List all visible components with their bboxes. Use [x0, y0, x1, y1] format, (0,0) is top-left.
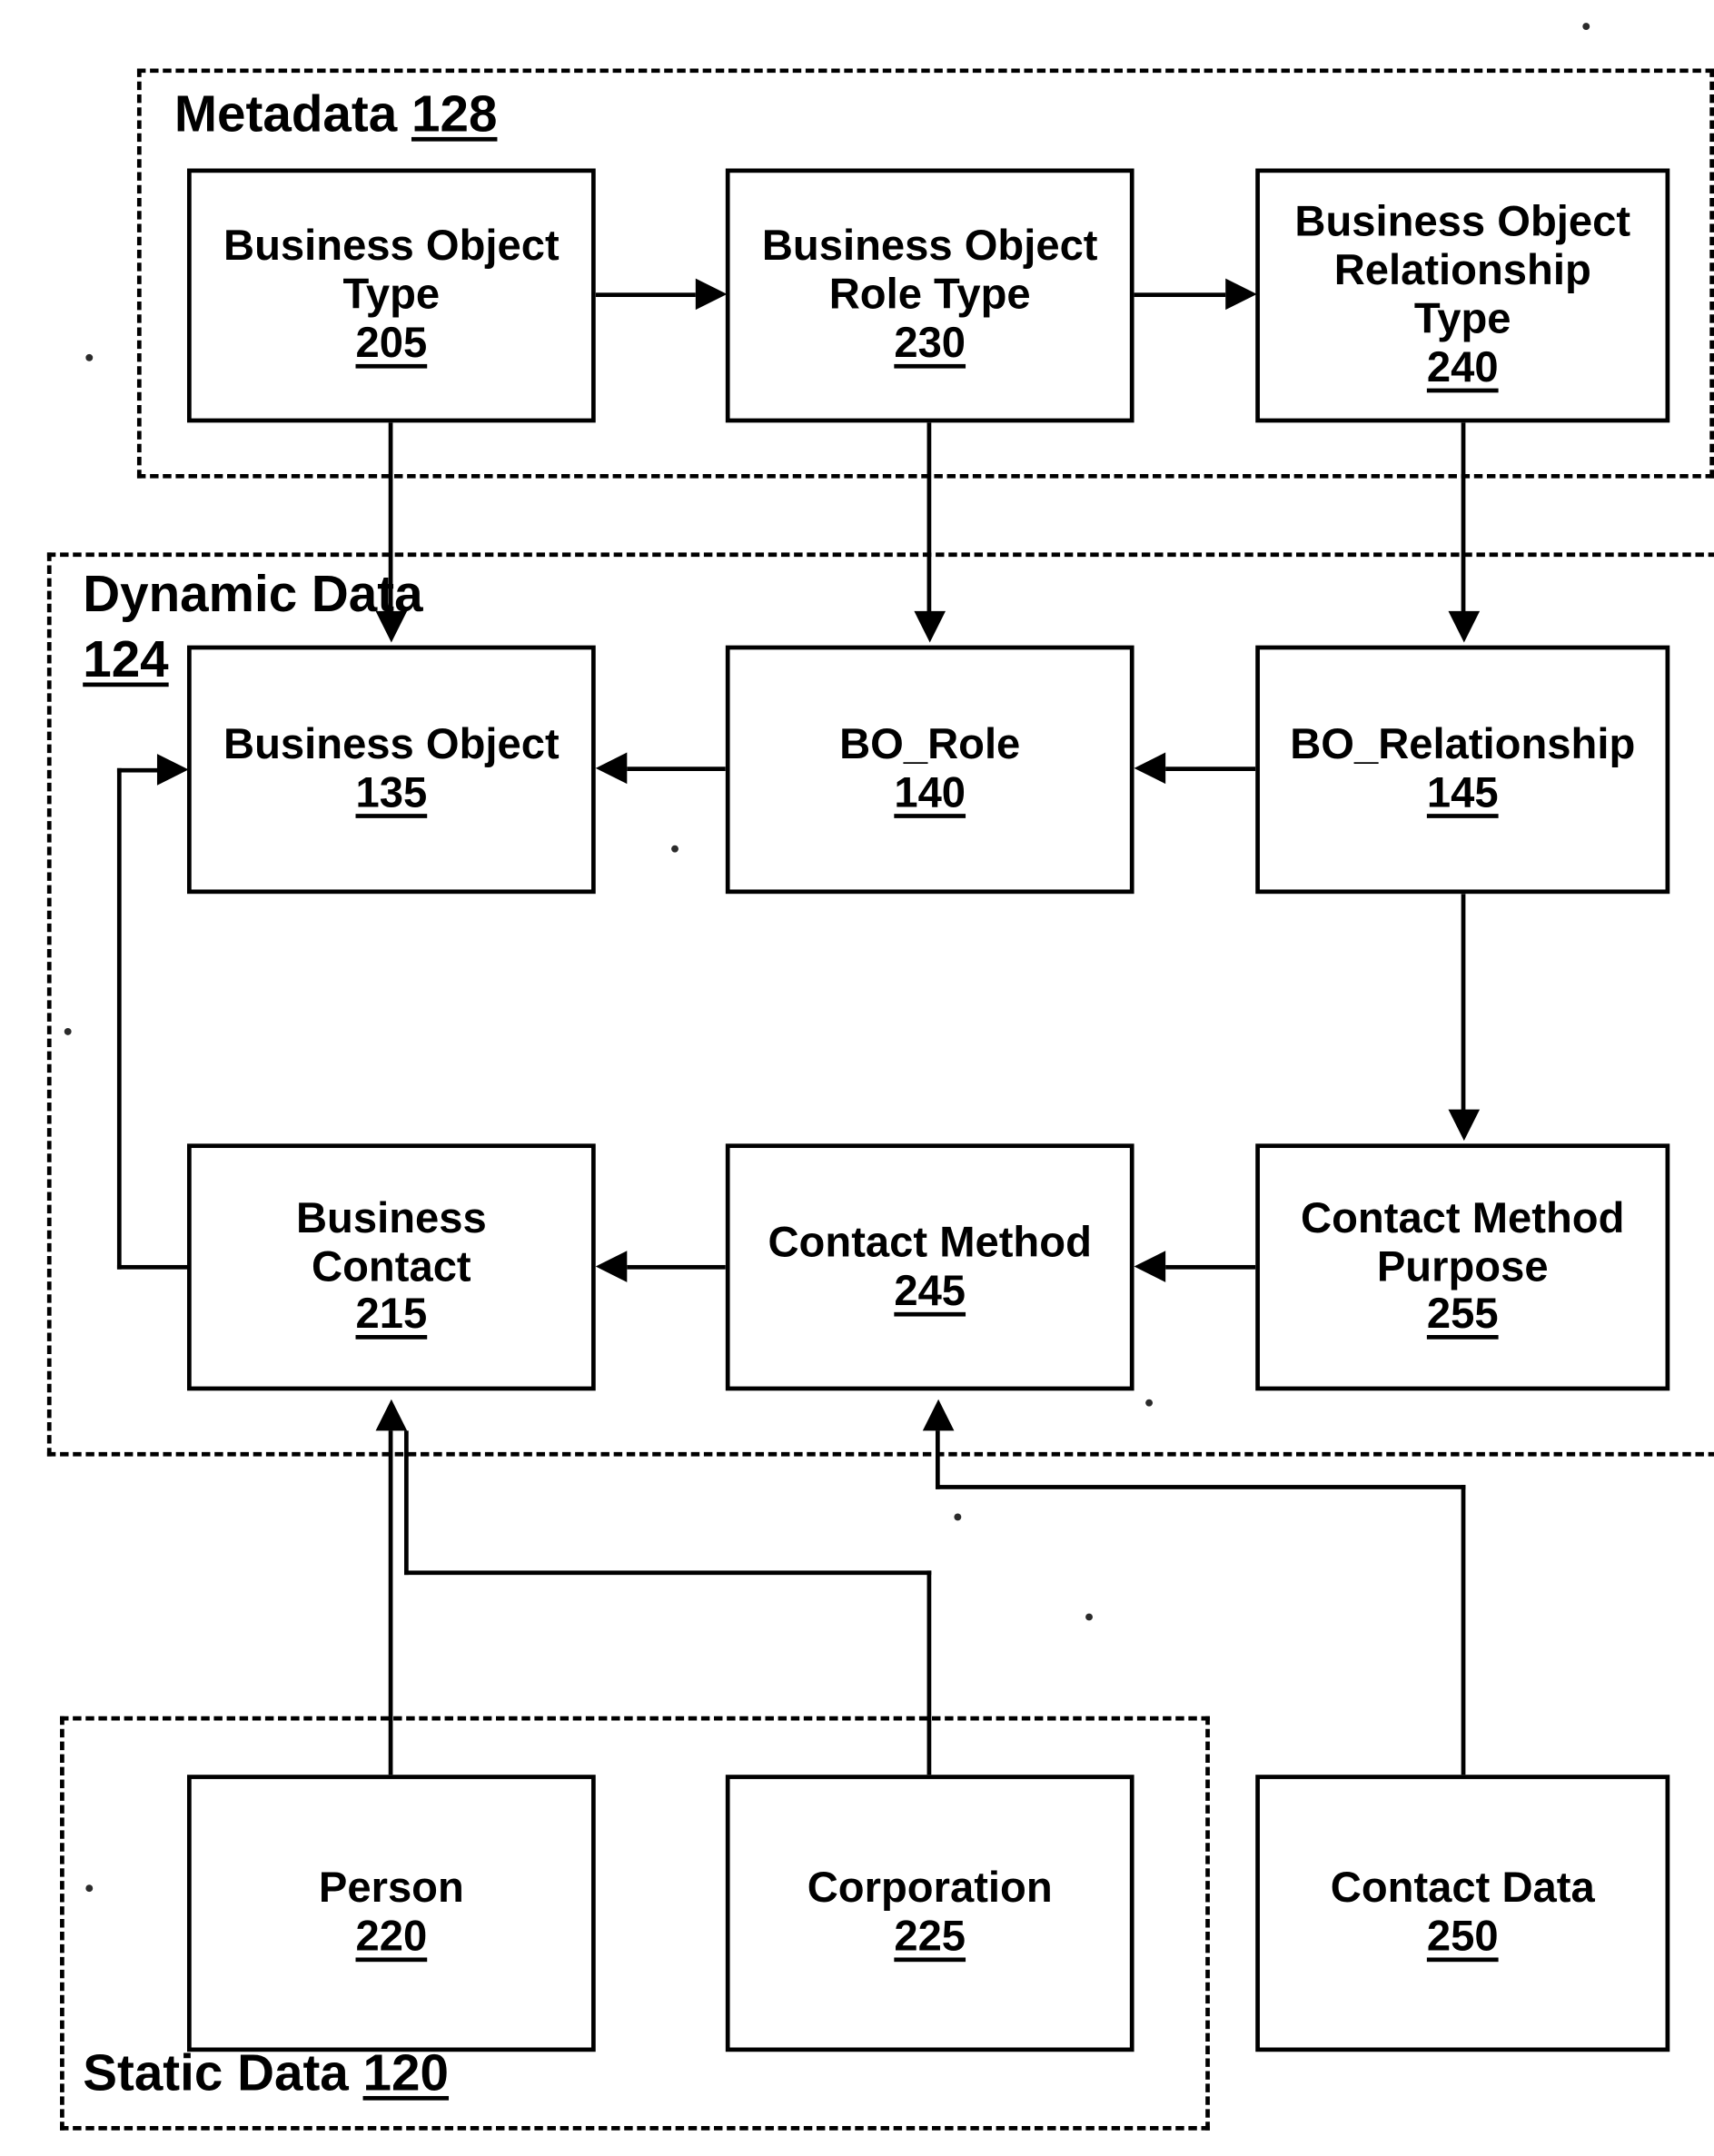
scan-speck	[64, 1027, 72, 1035]
connector-business-contact-exit-left	[116, 1264, 192, 1270]
scan-speck	[85, 1884, 94, 1893]
arrowhead-contact-method-to-business-contact	[595, 1251, 628, 1282]
node-contact-method-purpose-title: Contact Method Purpose	[1301, 1194, 1625, 1291]
node-contact-method[interactable]: Contact Method 245	[725, 1143, 1134, 1391]
arrowhead-bo-type-to-role-type	[695, 278, 728, 311]
connector-person-to-business-contact	[388, 1430, 393, 1776]
connector-contact-method-to-business-contact	[627, 1264, 726, 1270]
node-contact-method-number: 245	[894, 1267, 966, 1315]
node-business-object[interactable]: Business Object 135	[186, 645, 596, 895]
node-business-object-type-title: Business Object Type	[223, 223, 560, 319]
scan-speck	[1085, 1613, 1093, 1621]
scan-speck	[954, 1513, 962, 1521]
node-contact-method-purpose[interactable]: Contact Method Purpose 255	[1255, 1143, 1670, 1391]
arrowhead-bo-type-to-business-object	[375, 610, 408, 643]
arrowhead-bo-relationship-to-contact-method-purpose	[1448, 1109, 1481, 1142]
connector-bo-type-to-business-object	[388, 422, 393, 615]
node-bo-relationship-title: BO_Relationship	[1290, 721, 1636, 769]
arrowhead-relationship-type-to-bo-relationship	[1448, 610, 1481, 643]
node-contact-data-title: Contact Data	[1330, 1864, 1595, 1913]
group-metadata-label: Metadata 128	[173, 84, 498, 143]
connector-corporation-to-business-contact	[404, 1430, 409, 1576]
group-dynamic-data-label-text: Dynamic Data	[83, 564, 423, 623]
node-person-title: Person	[318, 1864, 464, 1913]
arrowhead-person-to-business-contact	[375, 1399, 408, 1431]
node-business-object-relationship-type-number: 240	[1426, 343, 1499, 391]
node-business-object-relationship-type[interactable]: Business Object Relationship Type 240	[1255, 168, 1670, 423]
node-corporation-number: 225	[894, 1913, 966, 1961]
arrowhead-role-type-to-bo-role	[914, 610, 946, 643]
node-contact-method-title: Contact Method	[768, 1219, 1092, 1266]
group-metadata-label-number: 128	[411, 84, 498, 143]
group-static-data-label-text: Static Data	[83, 2042, 349, 2102]
scan-speck	[1145, 1399, 1154, 1407]
node-business-contact-number: 215	[355, 1291, 428, 1339]
node-business-object-relationship-type-title: Business Object Relationship Type	[1294, 198, 1631, 343]
diagram-stage: Metadata 128 Dynamic Data 124 Static Dat…	[0, 0, 1714, 2156]
node-business-object-role-type[interactable]: Business Object Role Type 230	[725, 168, 1134, 423]
arrowhead-contact-method-purpose-to-contact-method	[1134, 1251, 1166, 1282]
arrowhead-role-type-to-relationship-type	[1225, 278, 1257, 311]
node-business-contact[interactable]: Business Contact 215	[186, 1143, 596, 1391]
connector-relationship-type-to-bo-relationship	[1461, 422, 1466, 615]
node-business-contact-title: Business Contact	[295, 1194, 487, 1291]
patent-figure-page: Metadata 128 Dynamic Data 124 Static Dat…	[0, 0, 1714, 2156]
connector-corporation-jog	[404, 1570, 932, 1576]
node-business-object-type[interactable]: Business Object Type 205	[186, 168, 596, 423]
connector-role-type-to-bo-role	[926, 422, 932, 615]
connector-bo-role-to-business-object	[627, 766, 726, 771]
node-contact-data[interactable]: Contact Data 250	[1255, 1775, 1670, 2052]
scan-speck	[85, 353, 94, 361]
node-person[interactable]: Person 220	[186, 1775, 596, 2052]
node-bo-relationship-number: 145	[1426, 769, 1499, 817]
arrowhead-bo-relationship-to-bo-role	[1134, 752, 1166, 785]
node-business-object-title: Business Object	[223, 721, 560, 769]
connector-business-contact-loop-riser	[116, 767, 122, 1270]
connector-bo-relationship-to-bo-role	[1165, 766, 1256, 771]
group-static-data-label: Static Data 120	[83, 2042, 450, 2102]
node-contact-method-purpose-number: 255	[1426, 1291, 1499, 1339]
node-business-object-type-number: 205	[355, 320, 428, 367]
scan-speck	[1582, 23, 1590, 31]
group-static-data-label-number: 120	[362, 2042, 450, 2102]
node-business-object-role-type-title: Business Object Role Type	[761, 223, 1098, 319]
connector-bo-relationship-to-contact-method-purpose	[1461, 894, 1466, 1113]
node-corporation[interactable]: Corporation 225	[725, 1775, 1134, 2052]
node-bo-role-title: BO_Role	[839, 721, 1021, 769]
node-bo-role-number: 140	[894, 769, 966, 817]
connector-bo-type-to-role-type	[595, 292, 696, 298]
connector-contact-data-to-contact-method	[935, 1430, 940, 1489]
arrowhead-bo-role-to-business-object	[595, 752, 628, 785]
connector-contact-data-riser	[1461, 1485, 1466, 1776]
group-dynamic-data-label-number: 124	[83, 629, 169, 689]
connector-contact-method-purpose-to-contact-method	[1165, 1264, 1256, 1270]
node-corporation-title: Corporation	[807, 1864, 1053, 1913]
connector-role-type-to-relationship-type	[1134, 292, 1226, 298]
node-person-number: 220	[355, 1913, 428, 1961]
arrowhead-contact-data-to-contact-method	[922, 1399, 955, 1431]
node-business-object-role-type-number: 230	[894, 320, 966, 367]
node-bo-role[interactable]: BO_Role 140	[725, 645, 1134, 895]
connector-contact-data-jog	[935, 1485, 1466, 1489]
scan-speck	[671, 845, 679, 853]
node-bo-relationship[interactable]: BO_Relationship 145	[1255, 645, 1670, 895]
node-business-object-number: 135	[355, 769, 428, 817]
node-contact-data-number: 250	[1426, 1913, 1499, 1961]
group-metadata-label-text: Metadata	[173, 84, 398, 143]
connector-corporation-riser	[926, 1570, 932, 1776]
arrowhead-business-contact-to-business-object	[156, 754, 189, 786]
